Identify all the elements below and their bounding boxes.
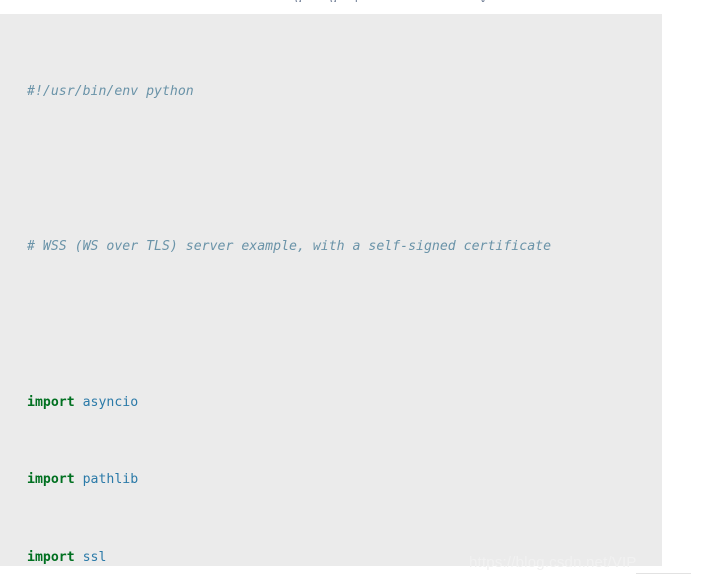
token-comment: #!/usr/bin/env python <box>27 84 194 100</box>
code-lines: #!/usr/bin/env python # WSS (WS over TLS… <box>0 24 662 566</box>
clipped-top-row: g g j y <box>0 0 701 2</box>
token-keyword-import: import <box>27 549 75 565</box>
token-keyword-import: import <box>27 394 75 410</box>
token-comment: # WSS (WS over TLS) server example, with… <box>27 239 552 255</box>
python-code-block[interactable]: #!/usr/bin/env python # WSS (WS over TLS… <box>0 14 662 566</box>
token-module-pathlib: pathlib <box>82 472 139 488</box>
code-line: import asyncio <box>0 393 662 412</box>
code-line: #!/usr/bin/env python <box>0 82 662 101</box>
code-line: import pathlib <box>0 470 662 489</box>
token-module-asyncio: asyncio <box>82 394 139 410</box>
token-module-ssl: ssl <box>82 549 107 565</box>
token-keyword-import: import <box>27 472 75 488</box>
code-line: # WSS (WS over TLS) server example, with… <box>0 237 662 256</box>
code-line: import ssl <box>0 548 662 566</box>
watermark-underline <box>636 573 691 574</box>
